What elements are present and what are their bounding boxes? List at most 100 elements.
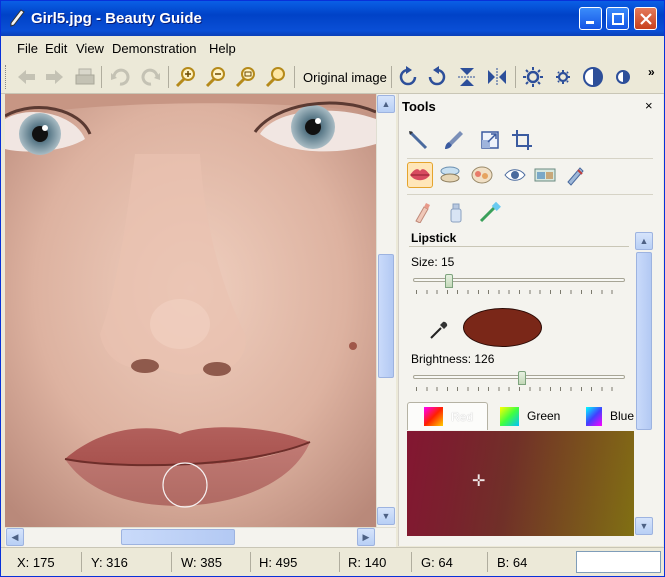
crop-tool-icon[interactable] <box>509 127 535 153</box>
tool-row-divider <box>407 194 653 195</box>
resize-tool-icon[interactable] <box>477 127 503 153</box>
toolbar-separator <box>168 66 169 88</box>
flip-vertical-icon[interactable] <box>456 66 478 88</box>
brush-tool-icon[interactable] <box>441 127 467 153</box>
status-separator <box>487 552 488 572</box>
foundation-tool-icon[interactable] <box>437 162 463 188</box>
brightness-slider-ticks <box>416 387 622 391</box>
toolbar-overflow-chevron-icon[interactable]: » <box>648 65 655 79</box>
concealer-tool-icon[interactable] <box>409 199 435 225</box>
menu-file[interactable]: File <box>17 41 38 56</box>
flip-horizontal-icon[interactable] <box>486 66 508 88</box>
panel-scroll-down-button[interactable]: ▼ <box>635 517 653 535</box>
minimize-icon <box>585 20 594 24</box>
maximize-button[interactable] <box>606 7 629 30</box>
size-label: Size: 15 <box>411 255 455 269</box>
scroll-right-button[interactable]: ▶ <box>357 528 375 546</box>
status-separator <box>81 552 82 572</box>
panel-scroll-thumb[interactable] <box>636 252 652 430</box>
eyeshadow-tool-icon[interactable] <box>532 162 558 188</box>
forward-arrow-icon[interactable] <box>44 66 66 88</box>
app-pen-icon <box>9 9 25 27</box>
horizontal-scrollbar[interactable]: ◀ ▶ <box>5 527 396 547</box>
menu-help[interactable]: Help <box>209 41 236 56</box>
minimize-button[interactable] <box>579 7 602 30</box>
maximize-icon <box>611 12 624 25</box>
original-image-button[interactable]: Original image <box>303 70 387 85</box>
status-blue: B: 64 <box>497 555 528 570</box>
zoom-in-icon[interactable] <box>175 66 197 88</box>
status-red: R: 140 <box>348 555 387 570</box>
face-photo <box>5 94 376 527</box>
scroll-down-button[interactable]: ▼ <box>377 507 395 525</box>
scroll-up-button[interactable]: ▲ <box>377 95 395 113</box>
status-separator <box>250 552 251 572</box>
undo-icon[interactable] <box>109 66 131 88</box>
status-bar: X: 175 Y: 316 W: 385 H: 495 R: 140 G: 64… <box>1 547 664 576</box>
vertical-scrollbar[interactable]: ▲ ▼ <box>376 94 396 527</box>
lipstick-tool-icon[interactable] <box>407 162 433 188</box>
app-window: Girl5.jpg - Beauty Guide File Edit View … <box>0 0 665 577</box>
menu-edit[interactable]: Edit <box>45 41 67 56</box>
brightness-label: Brightness: 126 <box>411 352 495 366</box>
tab-green-label: Green <box>527 409 561 423</box>
color-picker-crosshair-icon: ✛ <box>472 473 486 490</box>
status-separator <box>411 552 412 572</box>
print-icon[interactable] <box>74 66 96 88</box>
contrast-down-icon[interactable] <box>612 66 634 88</box>
zoom-fit-icon[interactable] <box>235 66 257 88</box>
status-width: W: 385 <box>181 555 222 570</box>
tools-panel: Tools × Lipstick Size: 15 Brightness: 12… <box>398 94 663 546</box>
tab-blue[interactable]: Blue <box>586 402 634 430</box>
panel-scroll-up-button[interactable]: ▲ <box>635 232 653 250</box>
scroll-left-button[interactable]: ◀ <box>6 528 24 546</box>
mascara-tool-icon[interactable] <box>562 162 588 188</box>
eyedropper-icon[interactable] <box>429 320 449 345</box>
toolbar-separator <box>515 66 516 88</box>
status-y: Y: 316 <box>91 555 128 570</box>
tools-panel-header: Tools × <box>399 94 664 118</box>
close-window-button[interactable] <box>634 7 657 30</box>
status-progress-field <box>576 551 661 573</box>
horizontal-scroll-thumb[interactable] <box>121 529 235 545</box>
tab-red[interactable]: Red <box>407 402 488 430</box>
tab-red-label: Red <box>451 409 474 424</box>
toolbar-separator <box>101 66 102 88</box>
toothbrush-tool-icon[interactable] <box>477 199 503 225</box>
menu-view[interactable]: View <box>76 41 104 56</box>
color-picker-gradient <box>407 431 634 536</box>
lotion-tool-icon[interactable] <box>443 199 469 225</box>
tab-green[interactable]: Green <box>500 402 570 430</box>
toolbar-separator <box>391 66 392 88</box>
rotate-clockwise-icon[interactable] <box>397 66 419 88</box>
vertical-scroll-thumb[interactable] <box>378 254 394 378</box>
pencil-tool-icon[interactable] <box>405 127 431 153</box>
brightness-up-icon[interactable] <box>522 66 544 88</box>
toolbar-separator <box>294 66 295 88</box>
status-green: G: 64 <box>421 555 453 570</box>
size-slider-thumb[interactable] <box>444 274 453 288</box>
blush-tool-icon[interactable] <box>469 162 495 188</box>
toolbar-grip[interactable] <box>5 65 8 89</box>
color-swatch[interactable] <box>463 308 542 347</box>
panel-scrollbar[interactable]: ▲ ▼ <box>635 232 653 538</box>
tools-panel-title: Tools <box>402 99 436 114</box>
status-height: H: 495 <box>259 555 298 570</box>
lipstick-section-title: Lipstick <box>411 231 457 245</box>
menu-demonstration[interactable]: Demonstration <box>112 41 197 56</box>
section-divider <box>409 246 629 247</box>
title-bar[interactable]: Girl5.jpg - Beauty Guide <box>1 1 664 36</box>
brightness-slider-thumb[interactable] <box>517 371 526 385</box>
red-channel-swatch-icon <box>424 407 443 426</box>
zoom-out-icon[interactable] <box>205 66 227 88</box>
status-x: X: 175 <box>17 555 55 570</box>
zoom-actual-icon[interactable] <box>265 66 287 88</box>
back-arrow-icon[interactable] <box>15 66 37 88</box>
tools-panel-close-button[interactable]: × <box>645 98 653 113</box>
eye-tool-icon[interactable] <box>502 162 528 188</box>
redo-icon[interactable] <box>140 66 162 88</box>
brightness-down-icon[interactable] <box>552 66 574 88</box>
contrast-up-icon[interactable] <box>582 66 604 88</box>
image-canvas[interactable] <box>5 94 376 527</box>
rotate-counterclockwise-icon[interactable] <box>426 66 448 88</box>
